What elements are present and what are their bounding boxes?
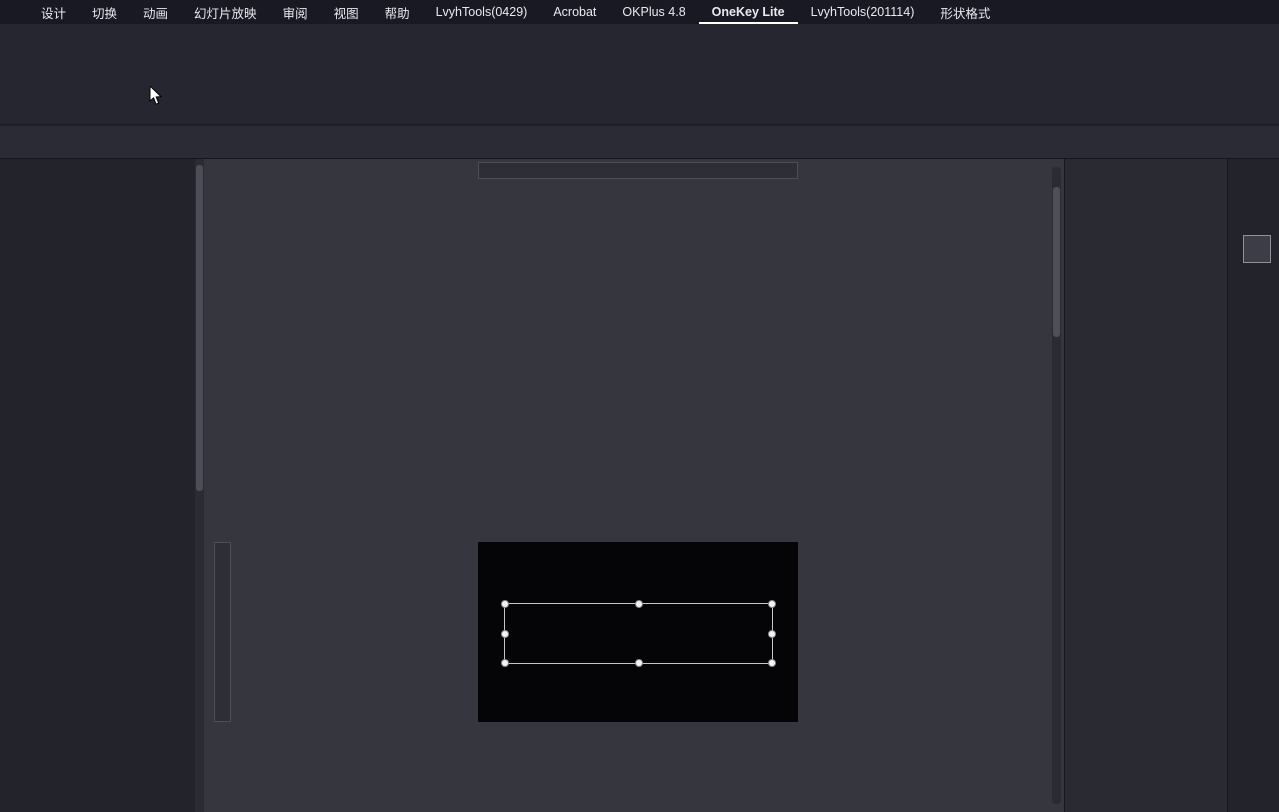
canvas-scrollbar[interactable] [1052,167,1061,804]
slide-canvas [204,159,1064,812]
ribbon-tab-10[interactable]: OneKey Lite [699,0,798,24]
ribbon-tab-11[interactable]: LvyhTools(201114) [798,0,928,24]
vertical-ruler [214,542,231,722]
ribbon-tab-1[interactable]: 切换 [79,0,130,24]
ribbon-tab-12[interactable]: 形状格式 [927,0,1003,24]
ribbon-tab-bar: 设计 切换 动画 幻灯片放映 审阅 视图 帮助 LvyhTools(0429) Acrobat O… [0,0,1279,24]
canvas-scrollbar-thumb[interactable] [1053,187,1060,337]
thumbnail-scrollbar[interactable] [195,159,204,812]
selection-handle-top-left[interactable] [501,600,509,608]
selection-handle-bottom-right[interactable] [768,659,776,667]
ribbon-tab-6[interactable]: 帮助 [372,0,423,24]
selection-handle-top[interactable] [634,600,643,608]
mouse-cursor [149,86,163,105]
ribbon-tab-4[interactable]: 审阅 [270,0,321,24]
selection-handle-bottom-left[interactable] [501,659,509,667]
ribbon-tab-8[interactable]: Acrobat [540,0,609,24]
format-settings-panel [1227,159,1279,812]
horizontal-ruler [478,162,798,179]
selection-handle-left[interactable] [501,629,509,638]
selected-text-box[interactable] [501,600,776,667]
ribbon-tab-9[interactable]: OKPlus 4.8 [609,0,698,24]
ribbon-tab-5[interactable]: 视图 [321,0,372,24]
ribbon-tab-7[interactable]: LvyhTools(0429) [423,0,541,24]
slide-title-text[interactable] [505,604,772,663]
slide-editing-area[interactable] [478,542,798,722]
application-window: 设计 切换 动画 幻灯片放映 审阅 视图 帮助 LvyhTools(0429) Acrobat O… [0,0,1279,812]
fill-line-tab-button[interactable] [1243,235,1271,263]
ribbon-tab-3[interactable]: 幻灯片放映 [181,0,270,24]
ribbon-tab-0[interactable]: 设计 [28,0,79,24]
slide-thumbnail-panel [0,159,195,812]
ribbon-tab-2[interactable]: 动画 [130,0,181,24]
design-tools-panel [1064,159,1227,812]
selection-handle-top-right[interactable] [768,600,776,608]
ribbon [0,24,1279,125]
selection-handle-bottom[interactable] [634,659,643,667]
main-area [0,159,1279,812]
selection-handle-right[interactable] [768,629,776,638]
quick-toolbar [0,125,1279,159]
thumbnail-scrollbar-thumb[interactable] [196,165,203,491]
